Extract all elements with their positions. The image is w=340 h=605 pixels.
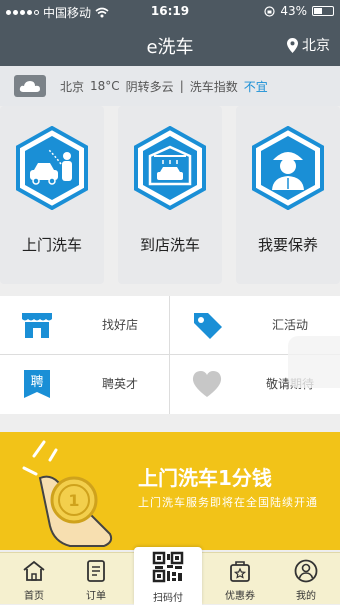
- recruit-bookmark-icon: 聘: [24, 370, 50, 398]
- service-label: 我要保养: [257, 236, 318, 254]
- tab-label: 优惠券: [225, 591, 255, 602]
- grid-label: 聘英才: [101, 377, 138, 391]
- grid-item-recruit[interactable]: 聘 聘英才: [0, 355, 169, 413]
- svg-text:1: 1: [68, 491, 79, 510]
- mechanic-icon: [252, 126, 324, 210]
- qr-code-icon: [152, 551, 184, 583]
- service-cards: 上门洗车 到店洗车 我要保养: [0, 106, 340, 284]
- heart-icon: [192, 371, 222, 397]
- profile-icon: [294, 559, 318, 583]
- car-garage-icon: [134, 126, 206, 210]
- location-pin-icon: [287, 37, 298, 53]
- grid-label: 汇活动: [271, 318, 308, 332]
- tab-mine[interactable]: 我的: [272, 553, 340, 605]
- tab-home[interactable]: 首页: [0, 553, 68, 605]
- coupon-icon: [230, 561, 250, 582]
- tab-coupons[interactable]: 优惠券: [206, 553, 274, 605]
- floating-handle[interactable]: [288, 336, 340, 388]
- shop-icon: [22, 313, 52, 338]
- wash-index-value: 不宜: [243, 79, 268, 94]
- grid-divider: [169, 296, 170, 414]
- promo-banner[interactable]: 1 上门洗车1分钱 上门洗车服务即将在全国陆续开通: [0, 432, 340, 550]
- tag-icon: [194, 313, 222, 339]
- wash-index-label: 洗车指数: [189, 79, 238, 94]
- weather-bar: 北京 18°C 阴转多云 | 洗车指数 不宜: [0, 66, 340, 106]
- tab-scan-pay[interactable]: 扫码付: [134, 547, 202, 605]
- banner-subtitle: 上门洗车服务即将在全国陆续开通: [138, 496, 318, 509]
- banner-title: 上门洗车1分钱: [138, 466, 272, 490]
- service-card-maintenance[interactable]: 我要保养: [236, 106, 340, 284]
- tab-label: 首页: [24, 591, 44, 602]
- tab-label: 扫码付: [153, 593, 183, 604]
- tab-label: 我的: [296, 591, 316, 602]
- weather-condition: 阴转多云: [125, 79, 174, 94]
- battery-icon: [312, 6, 334, 16]
- nav-bar: e洗车 北京: [0, 22, 340, 66]
- cloud-icon: [14, 75, 46, 97]
- weather-temp: 18°C: [90, 79, 120, 93]
- tab-orders[interactable]: 订单: [62, 553, 130, 605]
- service-card-home-wash[interactable]: 上门洗车: [0, 106, 104, 284]
- order-icon: [87, 560, 105, 582]
- tab-bar: 首页 订单 扫码付 优惠券 我的: [0, 547, 340, 605]
- city-label: 北京: [302, 38, 330, 54]
- service-label: 到店洗车: [139, 236, 200, 254]
- grid-item-find-shop[interactable]: 找好店: [0, 296, 169, 354]
- service-label: 上门洗车: [21, 236, 82, 254]
- city-selector[interactable]: 北京: [287, 35, 330, 55]
- battery-percent: 43%: [280, 4, 307, 18]
- status-bar: 中国移动 16:19 43%: [0, 0, 340, 22]
- recruit-icon-text: 聘: [30, 375, 43, 390]
- grid-label: 找好店: [101, 318, 138, 332]
- hand-coin-illustration: 1: [22, 440, 113, 547]
- service-card-store-wash[interactable]: 到店洗车: [118, 106, 222, 284]
- home-icon: [23, 560, 45, 581]
- weather-city: 北京: [60, 79, 85, 94]
- car-wash-person-icon: [16, 126, 88, 210]
- rotation-lock-icon: [264, 5, 275, 17]
- weather-separator: |: [179, 79, 184, 93]
- tab-label: 订单: [86, 591, 106, 602]
